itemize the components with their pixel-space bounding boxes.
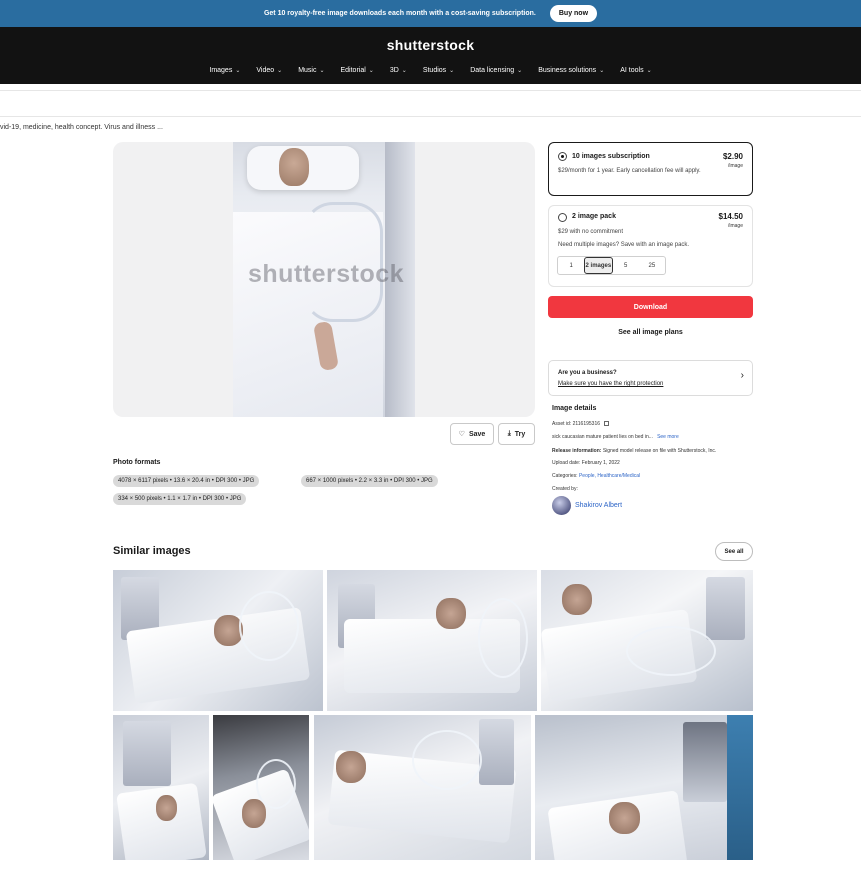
heart-icon: ♡: [458, 431, 465, 438]
shutterstock-logo[interactable]: shutterstock: [0, 37, 861, 53]
promo-bar: Get 10 royalty-free image downloads each…: [0, 0, 861, 27]
main-image-preview[interactable]: shutterstock: [113, 142, 535, 417]
image-details-title: Image details: [552, 405, 597, 412]
release-information: Release information: Signed model releas…: [552, 448, 717, 454]
similar-image-7[interactable]: [535, 715, 753, 860]
chevron-down-icon: ⌄: [368, 68, 374, 74]
radio-selected[interactable]: [558, 152, 567, 161]
nav-data-licensing[interactable]: Data licensing ⌄: [470, 67, 522, 74]
download-button[interactable]: Download: [548, 296, 753, 318]
similar-image-5[interactable]: [213, 715, 309, 860]
nav-video[interactable]: Video ⌄: [256, 67, 282, 74]
protection-link[interactable]: Make sure you have the right protection: [558, 381, 663, 387]
pack-option-1[interactable]: 1: [558, 257, 584, 274]
promo-text: Get 10 royalty-free image downloads each…: [263, 10, 536, 17]
nav-business-solutions[interactable]: Business solutions ⌄: [538, 67, 604, 74]
chevron-down-icon: ⌄: [235, 68, 241, 74]
avatar[interactable]: [552, 496, 571, 515]
save-button[interactable]: ♡ Save: [450, 423, 494, 445]
format-chip-large[interactable]: 4078 × 6117 pixels • 13.6 × 20.4 in • DP…: [113, 475, 260, 487]
image-description: sick caucasian mature patient lies on be…: [552, 434, 679, 440]
radio-unselected[interactable]: [558, 213, 567, 222]
author-link[interactable]: Shakirov Albert: [575, 502, 622, 509]
categories: Categories: People, Healthcare/Medical: [552, 473, 641, 479]
try-button[interactable]: ⤓ Try: [498, 423, 535, 445]
nav-ai-tools[interactable]: AI tools ⌄: [620, 67, 651, 74]
breadcrumb: vid-19, medicine, health concept. Virus …: [0, 124, 163, 131]
search-bar-area[interactable]: [0, 90, 861, 117]
site-header: shutterstock Images ⌄ Video ⌄ Music ⌄ Edito…: [0, 27, 861, 84]
chevron-down-icon: ⌄: [517, 68, 523, 74]
nav-music[interactable]: Music ⌄: [298, 67, 324, 74]
see-all-plans-link[interactable]: See all image plans: [548, 329, 753, 336]
nav-editorial[interactable]: Editorial ⌄: [341, 67, 374, 74]
created-by-label: Created by:: [552, 486, 578, 492]
similar-image-4[interactable]: [113, 715, 209, 860]
similar-image-6[interactable]: [314, 715, 531, 860]
see-more-link[interactable]: See more: [657, 434, 679, 440]
similar-image-2[interactable]: [327, 570, 537, 711]
nav-studios[interactable]: Studios ⌄: [423, 67, 454, 74]
chevron-down-icon: ⌄: [599, 68, 605, 74]
format-chip-medium[interactable]: 667 × 1000 pixels • 2.2 × 3.3 in • DPI 3…: [301, 475, 438, 487]
asset-id: Asset id: 2116195316: [552, 421, 610, 427]
chevron-down-icon: ⌄: [646, 68, 652, 74]
pack-option-25[interactable]: 25: [639, 257, 665, 274]
similar-image-3[interactable]: [541, 570, 753, 711]
chevron-right-icon: ›: [740, 370, 744, 381]
subscription-plan-option[interactable]: 10 images subscription $2.90 /image $29/…: [548, 142, 753, 196]
nav-images[interactable]: Images ⌄: [209, 67, 240, 74]
format-chip-small[interactable]: 334 × 500 pixels • 1.1 × 1.7 in • DPI 30…: [113, 493, 247, 505]
similar-images-title: Similar images: [113, 545, 191, 557]
chevron-down-icon: ⌄: [449, 68, 455, 74]
chevron-down-icon: ⌄: [319, 68, 325, 74]
business-protection-card[interactable]: Are you a business? Make sure you have t…: [548, 360, 753, 396]
see-all-button[interactable]: See all: [715, 542, 753, 561]
pack-size-selector: 1 2 images 5 25: [557, 256, 666, 275]
download-icon: ⤓: [507, 430, 511, 437]
main-nav: Images ⌄ Video ⌄ Music ⌄ Editorial ⌄ 3D ⌄ Stu…: [0, 67, 861, 74]
watermark: shutterstock: [248, 260, 405, 288]
pack-option-2[interactable]: 2 images: [584, 257, 613, 274]
similar-image-1[interactable]: [113, 570, 323, 711]
pack-option-5[interactable]: 5: [613, 257, 639, 274]
copy-icon[interactable]: [604, 421, 610, 427]
chevron-down-icon: ⌄: [277, 68, 283, 74]
nav-3d[interactable]: 3D ⌄: [390, 67, 407, 74]
chevron-down-icon: ⌄: [401, 68, 407, 74]
doctor-figure: [726, 715, 753, 860]
upload-date: Upload date: February 1, 2022: [552, 460, 620, 466]
buy-now-button[interactable]: Buy now: [549, 5, 598, 22]
photo-formats-title: Photo formats: [113, 459, 161, 466]
